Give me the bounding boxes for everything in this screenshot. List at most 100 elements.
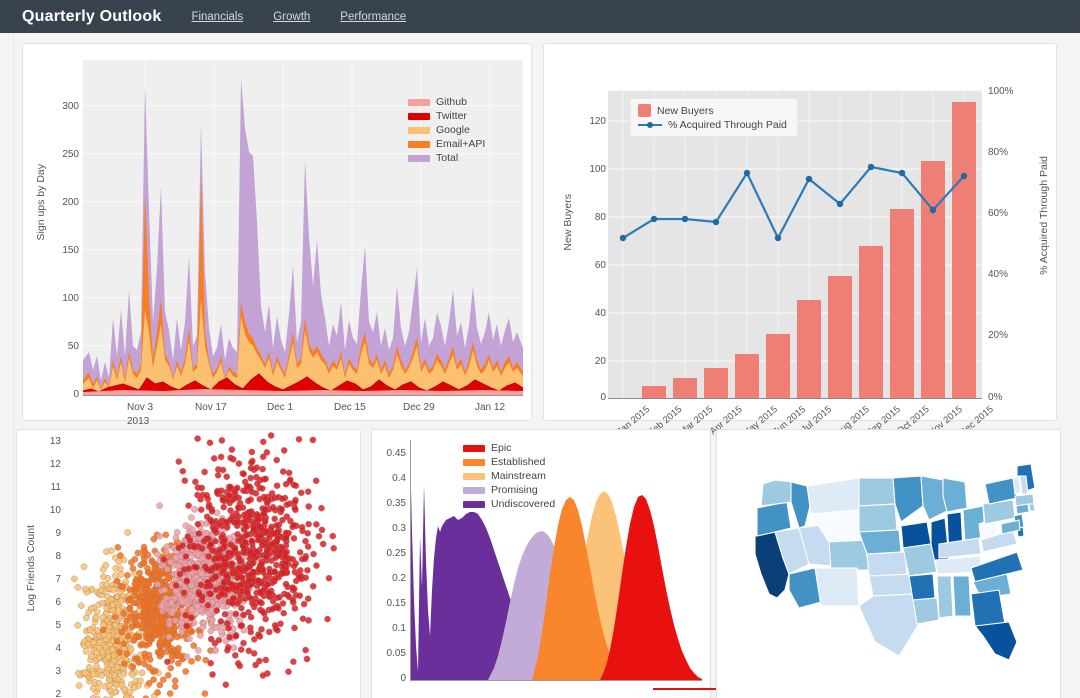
nav-link-financials[interactable]: Financials (191, 11, 243, 23)
buyers-ytick-right: 40% (988, 269, 1009, 280)
legend-swatch-established (463, 458, 485, 466)
scatter-ytick: 2 (55, 689, 61, 698)
buyers-ytick-right: 20% (988, 330, 1009, 341)
state-new-hampshire (1019, 475, 1029, 495)
state-south-dakota (858, 503, 898, 533)
legend-swatch-google (408, 126, 430, 134)
panel-friends-scatter: Log Friends Count 13 12 11 10 9 8 7 6 5 … (16, 429, 361, 698)
signups-ytick: 300 (62, 101, 79, 112)
buyers-pct-markers (619, 163, 968, 242)
nav-link-performance[interactable]: Performance (340, 11, 406, 23)
signups-x-axis-line (83, 395, 523, 396)
legend-swatch-mainstream (463, 472, 485, 480)
buyers-y-axis-right-label: % Acquired Through Paid (1038, 156, 1050, 275)
legend-swatch-new-buyers (638, 104, 651, 117)
density-ytick: 0.2 (392, 573, 406, 584)
buyers-ytick: 0 (600, 392, 606, 403)
legend-label-mainstream: Mainstream (491, 470, 546, 482)
scatter-ytick: 10 (49, 505, 61, 516)
buyers-ytick-right: 80% (988, 147, 1009, 158)
state-connecticut (1015, 503, 1030, 515)
state-new-mexico (814, 567, 860, 607)
legend-label-total: Total (436, 152, 459, 164)
state-louisiana (912, 597, 940, 625)
scatter-ytick: 6 (55, 597, 61, 608)
density-ytick: 0.35 (386, 498, 406, 509)
state-rhode-island (1028, 503, 1036, 512)
legend-label-email-api: Email+API (436, 138, 486, 150)
state-north-dakota (858, 477, 896, 507)
density-curves-svg (410, 446, 702, 680)
legend-item-google: Google (408, 124, 485, 136)
panel-density-chart: 0.45 0.4 0.35 0.3 0.25 0.2 0.15 0.1 0.05… (371, 429, 729, 698)
legend-swatch-promising (463, 486, 485, 494)
us-map-svg (754, 463, 1036, 661)
top-navbar: Quarterly Outlook Financials Growth Perf… (0, 0, 1080, 33)
density-ytick: 0 (400, 673, 406, 684)
density-ytick: 0.1 (392, 623, 406, 634)
signups-xtick: Dec 15 (334, 402, 366, 413)
buyers-ytick: 120 (589, 116, 606, 127)
left-rail (0, 33, 14, 698)
legend-label-established: Established (491, 456, 546, 468)
buyers-ytick: 80 (594, 212, 606, 223)
legend-item-epic: Epic (463, 442, 555, 454)
signups-xtick-year: 2013 (127, 416, 150, 427)
panel-signups-chart: Sign ups by Day 300 250 200 150 100 50 0 (22, 43, 532, 427)
legend-label-twitter: Twitter (436, 110, 467, 122)
legend-swatch-twitter (408, 112, 430, 120)
legend-label-promising: Promising (491, 484, 538, 496)
buyers-ytick: 60 (594, 260, 606, 271)
legend-item-undiscovered: Undiscovered (463, 498, 555, 510)
state-florida (973, 621, 1018, 661)
density-ytick: 0.25 (386, 548, 406, 559)
density-ytick: 0.4 (392, 473, 406, 484)
density-ytick: 0.45 (386, 448, 406, 459)
state-arkansas (908, 573, 936, 601)
scatter-ytick: 5 (55, 620, 61, 631)
legend-label-epic: Epic (491, 442, 512, 454)
signups-ytick: 250 (62, 149, 79, 160)
buyers-x-axis-line (608, 398, 982, 399)
legend-item-pct-paid: % Acquired Through Paid (638, 119, 787, 131)
signups-xtick: Nov 17 (195, 402, 227, 413)
scatter-y-axis-label: Log Friends Count (25, 525, 37, 612)
signups-xtick: Nov 3 (127, 402, 154, 413)
state-oklahoma (868, 573, 914, 597)
state-minnesota (892, 475, 924, 523)
buyers-ytick-right: 100% (988, 86, 1014, 97)
signups-ytick: 150 (62, 245, 79, 256)
scatter-ytick: 4 (55, 643, 61, 654)
density-ytick: 0.15 (386, 598, 406, 609)
buyers-ytick: 40 (594, 308, 606, 319)
density-ytick: 0.3 (392, 523, 406, 534)
legend-item-total: Total (408, 152, 485, 164)
scatter-ytick: 13 (49, 436, 61, 447)
legend-item-email-api: Email+API (408, 138, 485, 150)
dashboard-body: Sign ups by Day 300 250 200 150 100 50 0 (0, 33, 1080, 698)
signups-xtick: Jan 12 (475, 402, 506, 413)
scatter-ytick: 11 (50, 482, 61, 493)
legend-label-pct-paid: % Acquired Through Paid (668, 119, 787, 131)
density-ytick: 0.05 (386, 648, 406, 659)
legend-item-established: Established (463, 456, 555, 468)
state-montana (806, 477, 860, 515)
signups-y-axis-label: Sign ups by Day (35, 164, 47, 241)
legend-label-github: Github (436, 96, 467, 108)
density-plot-area (410, 440, 702, 680)
state-mississippi (936, 575, 954, 619)
panel-us-choropleth-map (716, 429, 1061, 698)
legend-swatch-email-api (408, 140, 430, 148)
signups-legend: Github Twitter Google Email+API Total (408, 96, 485, 164)
legend-swatch-total (408, 154, 430, 162)
state-washington (760, 479, 794, 507)
state-michigan (942, 477, 968, 513)
nav-link-growth[interactable]: Growth (273, 11, 310, 23)
legend-item-mainstream: Mainstream (463, 470, 555, 482)
legend-label-google: Google (436, 124, 470, 136)
signups-ytick: 200 (62, 197, 79, 208)
state-kansas (866, 551, 908, 577)
buyers-y-axis-label: New Buyers (562, 194, 574, 251)
legend-item-github: Github (408, 96, 485, 108)
state-nebraska (858, 529, 902, 555)
